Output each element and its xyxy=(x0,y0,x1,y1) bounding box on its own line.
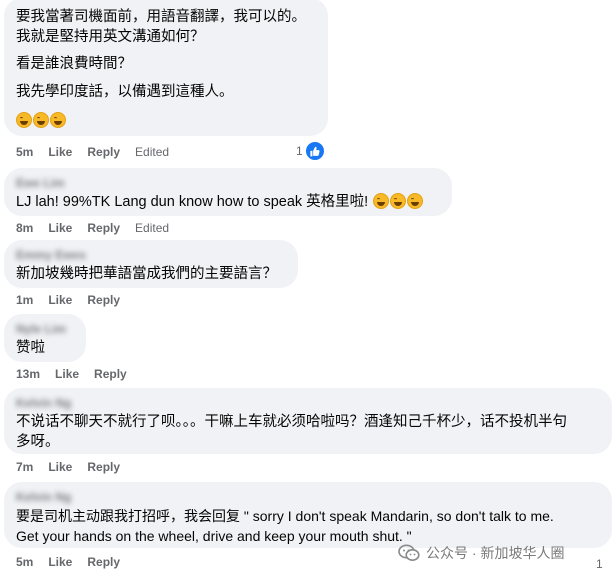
watermark: 公众号 · 新加坡华人圈 xyxy=(398,543,564,563)
like-button[interactable]: Like xyxy=(48,144,72,160)
comment-text-line: 要我當著司機面前，用語音翻譯，我可以的。 xyxy=(16,9,306,25)
comment-actions: 7m Like Reply xyxy=(16,459,120,475)
comment-bubble: Kelvin Ng 不说话不聊天不就行了呗。。。干嘛上车就必须哈啦吗？酒逢知己千… xyxy=(4,388,612,454)
like-button[interactable]: Like xyxy=(48,554,72,570)
comment-text-body: LJ lah! 99%TK Lang dun know how to speak… xyxy=(16,194,369,210)
comment-text: 新加坡幾時把華語當成我們的主要語言？ xyxy=(16,266,277,282)
like-button[interactable]: Like xyxy=(48,292,72,308)
comment-actions: 1m Like Reply xyxy=(16,292,120,308)
comment-text-line: 多呀。 xyxy=(16,434,60,450)
comment-author[interactable]: Kelvin Ng xyxy=(16,489,600,505)
laughing-emoji-icon xyxy=(373,193,390,209)
edited-label[interactable]: Edited xyxy=(135,144,169,160)
like-button[interactable]: Like xyxy=(55,366,79,382)
reply-button[interactable]: Reply xyxy=(87,554,120,570)
reply-button[interactable]: Reply xyxy=(87,292,120,308)
comment-author[interactable]: Kelvin Ng xyxy=(16,395,600,411)
laughing-emoji-icon xyxy=(33,112,49,128)
comment-actions: 5m Like Reply Edited xyxy=(16,144,169,160)
comment-text-line: 不说话不聊天不就行了呗。。。干嘛上车就必须哈啦吗？酒逢知己千杯少，话不投机半句 xyxy=(16,414,567,430)
wechat-icon xyxy=(398,544,420,561)
like-icon xyxy=(305,142,324,160)
comment-author[interactable]: Emmy Ewes xyxy=(16,247,286,263)
comment-text-line: 看是誰浪費時間？ xyxy=(16,56,132,72)
comment-bubble: Emmy Ewes 新加坡幾時把華語當成我們的主要語言？ xyxy=(4,240,298,288)
reply-button[interactable]: Reply xyxy=(87,459,120,475)
comment-actions: 5m Like Reply xyxy=(16,554,120,570)
reaction-count: 1 xyxy=(596,557,603,571)
comment-timestamp[interactable]: 13m xyxy=(16,366,40,382)
laughing-emoji-icon xyxy=(16,112,32,128)
comment-text: 赞啦 xyxy=(16,340,45,356)
comment-text-line: 要是司机主动跟我打招呼，我会回复 " sorry I don't speak M… xyxy=(16,508,554,524)
watermark-text: 公众号 · 新加坡华人圈 xyxy=(426,545,565,561)
like-button[interactable]: Like xyxy=(48,220,72,236)
reply-button[interactable]: Reply xyxy=(87,220,120,236)
comment-bubble: Nyle Lim 赞啦 xyxy=(4,314,86,362)
comment-bubble: 要我當著司機面前，用語音翻譯，我可以的。 我就是堅持用英文溝通如何？ 看是誰浪費… xyxy=(4,0,328,136)
reaction-summary[interactable]: 1 xyxy=(596,557,603,571)
comment-timestamp[interactable]: 5m xyxy=(16,554,33,570)
laughing-emoji-icon xyxy=(407,193,424,209)
reaction-count: 1 xyxy=(296,144,303,158)
reply-button[interactable]: Reply xyxy=(87,144,120,160)
reply-button[interactable]: Reply xyxy=(94,366,127,382)
laughing-emoji-icon xyxy=(50,112,66,128)
like-button[interactable]: Like xyxy=(48,459,72,475)
comment-timestamp[interactable]: 8m xyxy=(16,220,33,236)
comment-actions: 8m Like Reply Edited xyxy=(16,220,169,236)
comment-timestamp[interactable]: 7m xyxy=(16,459,33,475)
emoji-group xyxy=(16,112,316,128)
reaction-summary[interactable]: 1 xyxy=(296,142,324,160)
laughing-emoji-icon xyxy=(390,193,407,209)
comment-author[interactable]: Ewe Lim xyxy=(16,175,440,191)
comment-text: LJ lah! 99%TK Lang dun know how to speak… xyxy=(16,192,440,212)
comment-actions: 13m Like Reply xyxy=(16,366,127,382)
comment-bubble: Kelvin Ng 要是司机主动跟我打招呼，我会回复 " sorry I don… xyxy=(4,482,612,548)
comment-text-line: 我先學印度話，以備遇到這種人。 xyxy=(16,84,234,100)
comment-author[interactable]: Nyle Lim xyxy=(16,321,74,337)
edited-label[interactable]: Edited xyxy=(135,220,169,236)
comment-timestamp[interactable]: 5m xyxy=(16,144,33,160)
comment-text-line: 我就是堅持用英文溝通如何？ xyxy=(16,29,205,45)
comment-bubble: Ewe Lim LJ lah! 99%TK Lang dun know how … xyxy=(4,168,452,216)
comment-timestamp[interactable]: 1m xyxy=(16,292,33,308)
